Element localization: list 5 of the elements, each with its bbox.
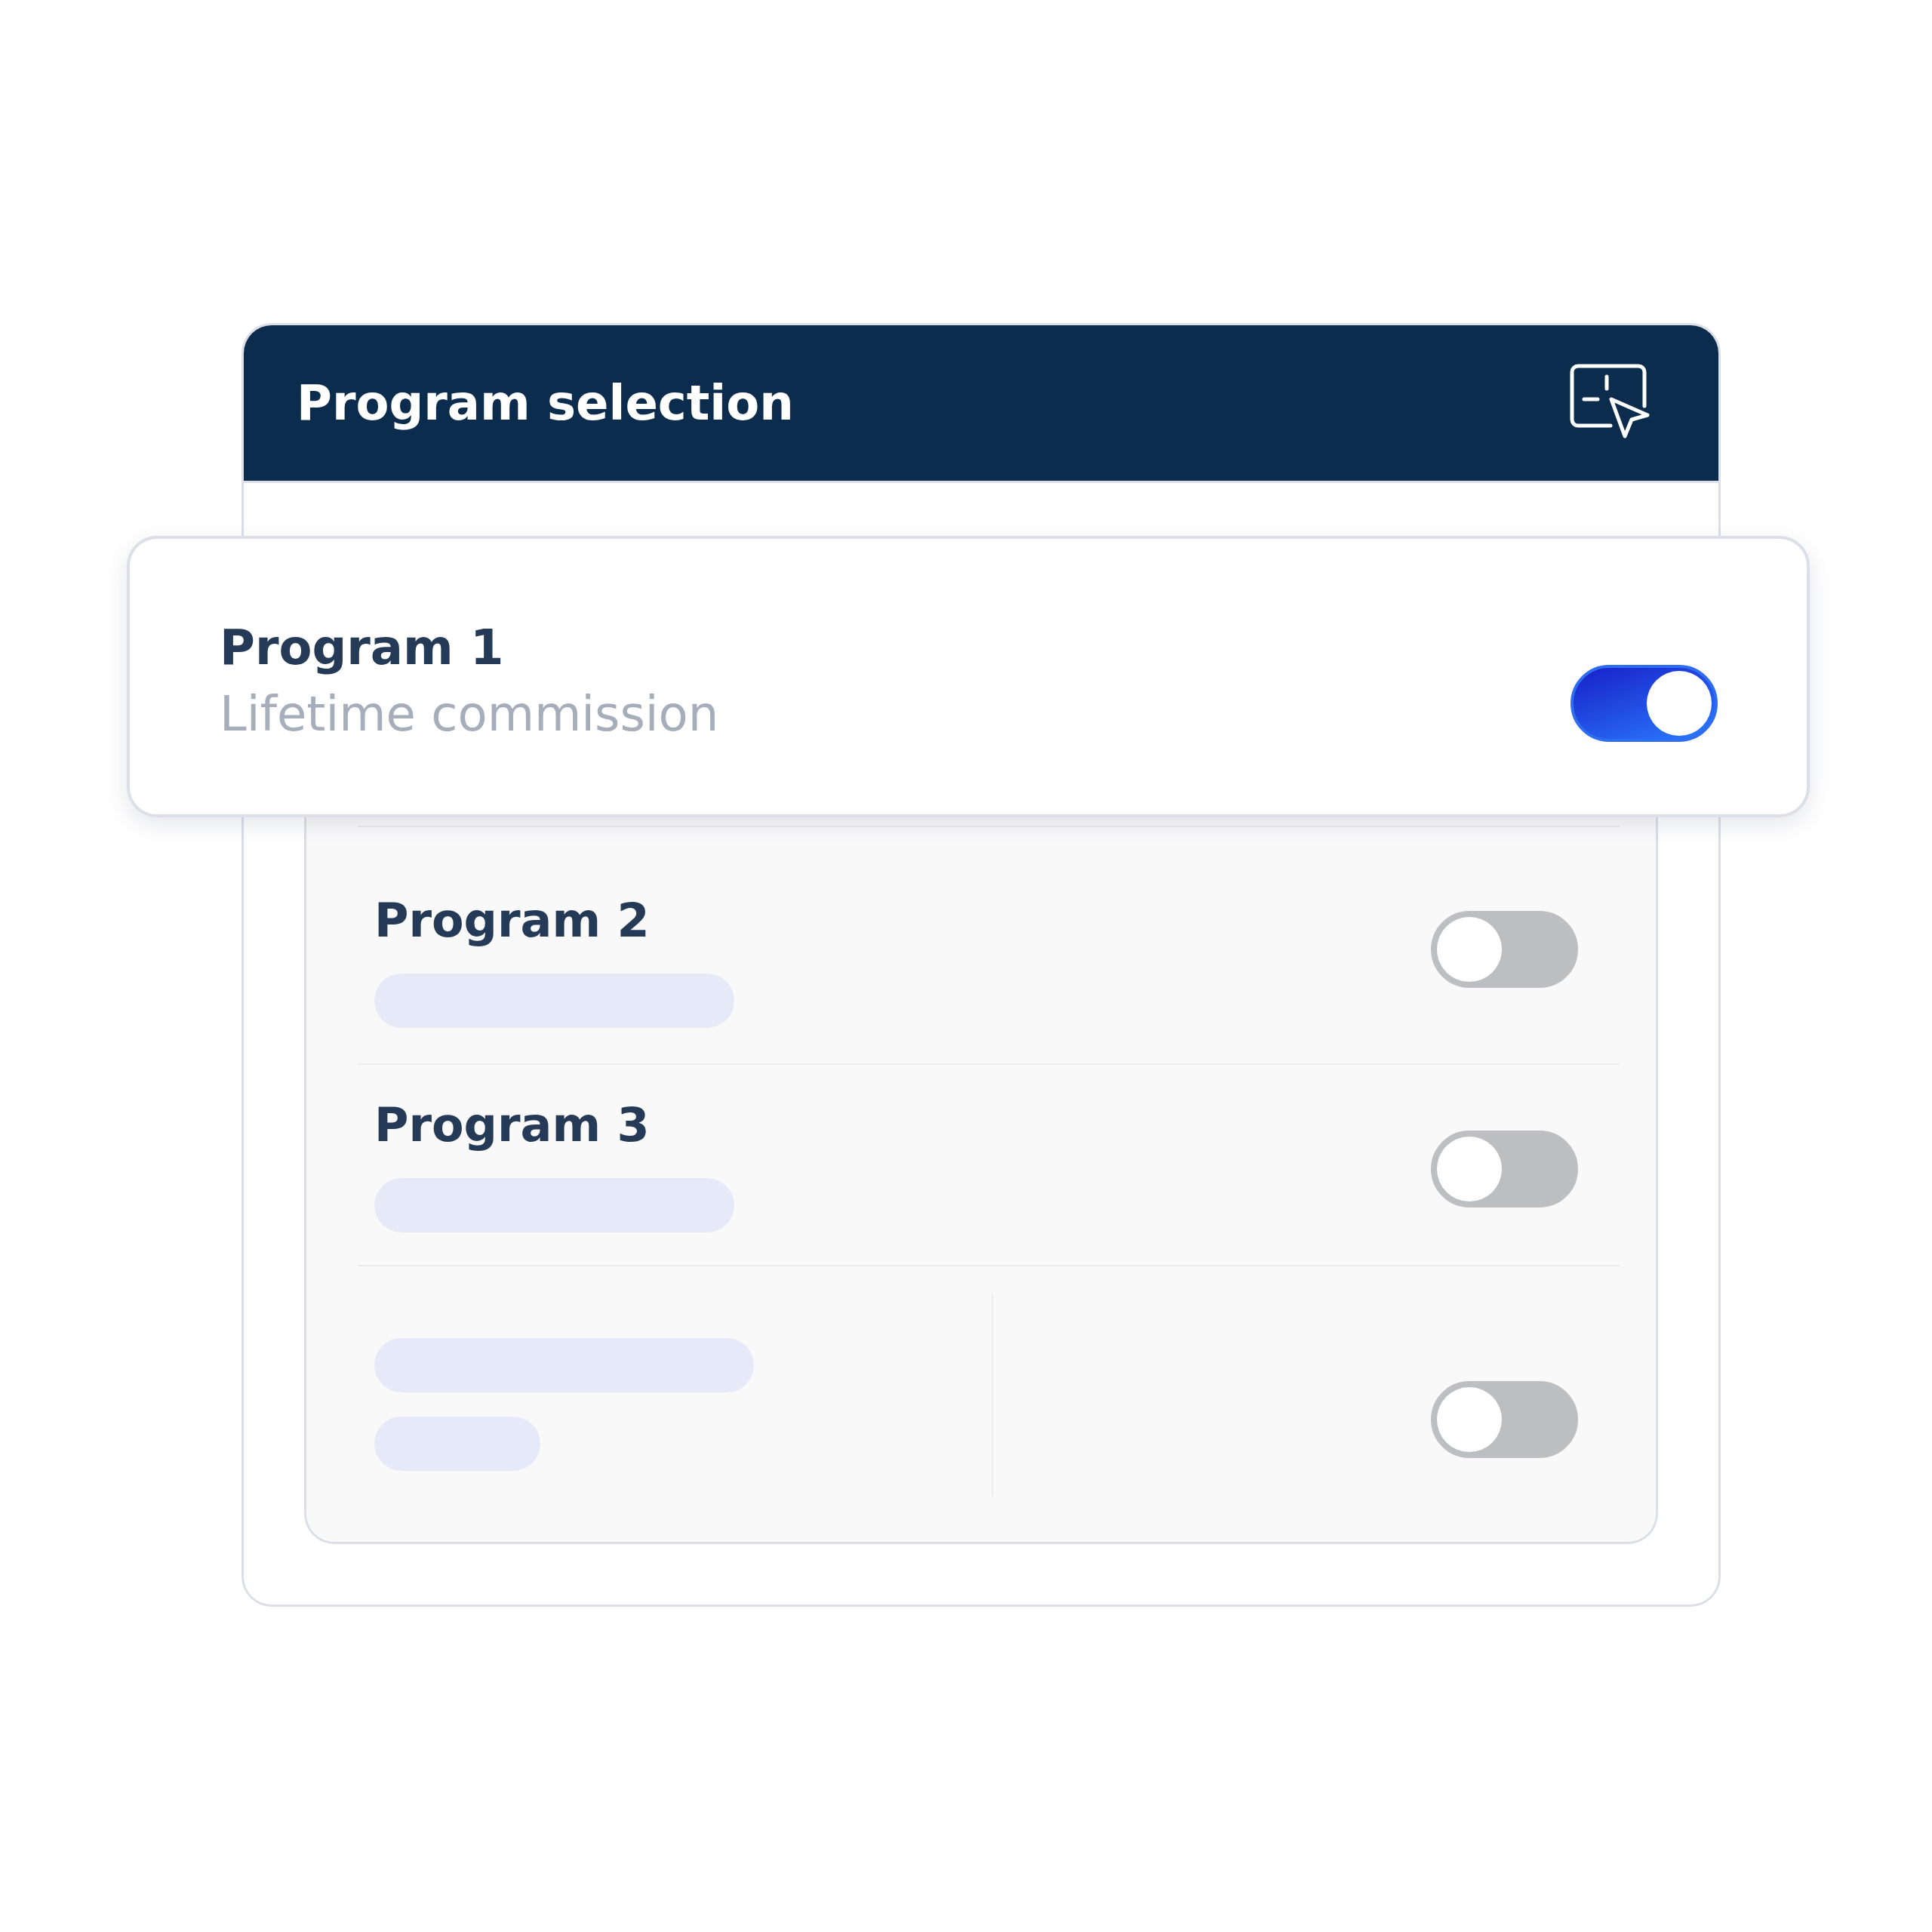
program-name: Program 2 — [374, 893, 651, 948]
program-description: Lifetime commission — [220, 685, 720, 742]
window-title: Program selection — [297, 375, 794, 431]
program-name: Program 3 — [374, 1097, 651, 1152]
program-name: Program 1 — [220, 619, 505, 675]
